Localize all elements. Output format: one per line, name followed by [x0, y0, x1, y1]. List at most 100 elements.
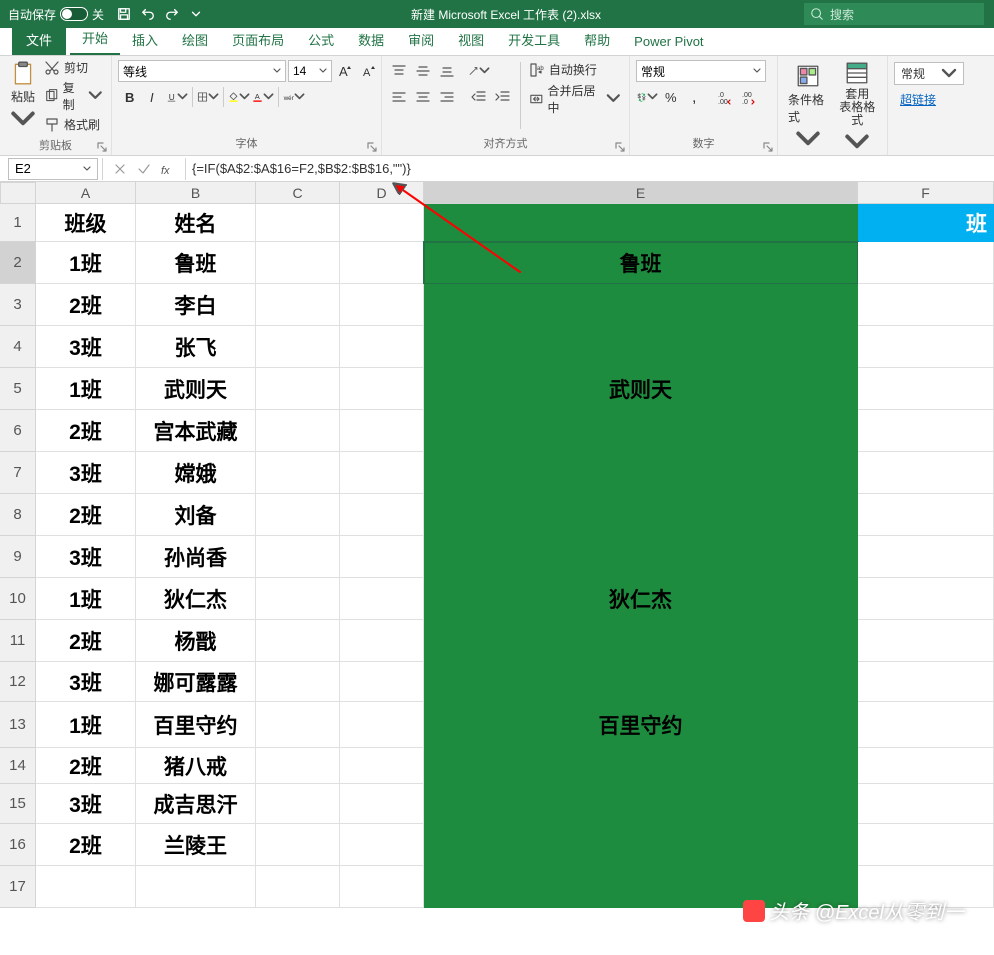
cell-B5[interactable]: 武则天 [136, 368, 256, 410]
fill-color-button[interactable] [228, 86, 250, 108]
align-middle-icon[interactable] [412, 60, 434, 82]
cell-F5[interactable] [858, 368, 994, 410]
number-format-combo[interactable]: 常规 [636, 60, 766, 82]
cell-E5[interactable]: 武则天 [424, 368, 858, 410]
spreadsheet-grid[interactable]: ABCDEF 1234567891011121314151617 班级姓名班1班… [0, 182, 994, 955]
cell-A6[interactable]: 2班 [36, 410, 136, 452]
tab-insert[interactable]: 插入 [120, 26, 170, 55]
number-launcher-icon[interactable] [763, 139, 775, 151]
cell-C6[interactable] [256, 410, 340, 452]
cell-F8[interactable] [858, 494, 994, 536]
align-top-icon[interactable] [388, 60, 410, 82]
font-size-combo[interactable]: 14 [288, 60, 332, 82]
row-header-3[interactable]: 3 [0, 284, 36, 326]
column-header-C[interactable]: C [256, 182, 340, 204]
cell-D4[interactable] [340, 326, 424, 368]
cell-C4[interactable] [256, 326, 340, 368]
cell-C14[interactable] [256, 748, 340, 784]
row-header-1[interactable]: 1 [0, 204, 36, 242]
autosave-toggle[interactable]: 自动保存 关 [0, 6, 112, 23]
cell-B13[interactable]: 百里守约 [136, 702, 256, 748]
cell-F6[interactable] [858, 410, 994, 452]
cell-E14[interactable] [424, 748, 858, 784]
cell-E9[interactable] [424, 536, 858, 578]
cell-C17[interactable] [256, 866, 340, 908]
cell-D7[interactable] [340, 452, 424, 494]
font-color-button[interactable]: A [252, 86, 274, 108]
cell-A7[interactable]: 3班 [36, 452, 136, 494]
cell-C15[interactable] [256, 784, 340, 824]
column-header-F[interactable]: F [858, 182, 994, 204]
cell-B17[interactable] [136, 866, 256, 908]
cell-F10[interactable] [858, 578, 994, 620]
cell-B7[interactable]: 嫦娥 [136, 452, 256, 494]
borders-button[interactable] [197, 86, 219, 108]
cell-F12[interactable] [858, 662, 994, 702]
cell-B16[interactable]: 兰陵王 [136, 824, 256, 866]
cell-F16[interactable] [858, 824, 994, 866]
cell-B2[interactable]: 鲁班 [136, 242, 256, 284]
cell-B12[interactable]: 娜可露露 [136, 662, 256, 702]
cell-F2[interactable] [858, 242, 994, 284]
cell-B15[interactable]: 成吉思汗 [136, 784, 256, 824]
accounting-format-icon[interactable]: 💱 [636, 86, 658, 108]
cell-E3[interactable] [424, 284, 858, 326]
row-header-2[interactable]: 2 [0, 242, 36, 284]
cell-C9[interactable] [256, 536, 340, 578]
cell-E16[interactable] [424, 824, 858, 866]
cell-A13[interactable]: 1班 [36, 702, 136, 748]
cell-B10[interactable]: 狄仁杰 [136, 578, 256, 620]
cell-D15[interactable] [340, 784, 424, 824]
alignment-launcher-icon[interactable] [615, 139, 627, 151]
cell-E11[interactable] [424, 620, 858, 662]
increase-decimal-icon[interactable]: .0.00 [714, 86, 736, 108]
cell-E1[interactable] [424, 204, 858, 242]
cell-A11[interactable]: 2班 [36, 620, 136, 662]
column-header-A[interactable]: A [36, 182, 136, 204]
toggle-switch[interactable] [60, 7, 88, 21]
wrap-text-button[interactable]: ab自动换行 [527, 60, 623, 79]
cell-A1[interactable]: 班级 [36, 204, 136, 242]
cell-B1[interactable]: 姓名 [136, 204, 256, 242]
cell-E10[interactable]: 狄仁杰 [424, 578, 858, 620]
font-launcher-icon[interactable] [367, 139, 379, 151]
cut-button[interactable]: 剪切 [42, 58, 105, 77]
tab-powerpivot[interactable]: Power Pivot [622, 30, 715, 55]
cell-A17[interactable] [36, 866, 136, 908]
row-header-6[interactable]: 6 [0, 410, 36, 452]
conditional-format-button[interactable]: 条件格式 [784, 58, 832, 158]
tab-view[interactable]: 视图 [446, 26, 496, 55]
cell-A3[interactable]: 2班 [36, 284, 136, 326]
column-header-B[interactable]: B [136, 182, 256, 204]
cell-C12[interactable] [256, 662, 340, 702]
row-header-8[interactable]: 8 [0, 494, 36, 536]
cell-C16[interactable] [256, 824, 340, 866]
cancel-formula-icon[interactable] [109, 158, 131, 180]
select-all-button[interactable] [0, 182, 36, 204]
increase-font-icon[interactable]: A [334, 60, 356, 82]
row-header-11[interactable]: 11 [0, 620, 36, 662]
row-header-7[interactable]: 7 [0, 452, 36, 494]
cell-A16[interactable]: 2班 [36, 824, 136, 866]
cell-C3[interactable] [256, 284, 340, 326]
tab-formulas[interactable]: 公式 [296, 26, 346, 55]
cell-E15[interactable] [424, 784, 858, 824]
cell-D2[interactable] [340, 242, 424, 284]
row-header-5[interactable]: 5 [0, 368, 36, 410]
column-header-D[interactable]: D [340, 182, 424, 204]
name-box[interactable]: E2 [8, 158, 98, 180]
column-header-E[interactable]: E [424, 182, 858, 204]
font-name-combo[interactable]: 等线 [118, 60, 286, 82]
cell-D9[interactable] [340, 536, 424, 578]
cell-A12[interactable]: 3班 [36, 662, 136, 702]
cell-B3[interactable]: 李白 [136, 284, 256, 326]
cell-E2[interactable]: 鲁班 [424, 242, 858, 284]
underline-button[interactable]: U [166, 86, 188, 108]
cell-C5[interactable] [256, 368, 340, 410]
cell-E8[interactable] [424, 494, 858, 536]
row-header-14[interactable]: 14 [0, 748, 36, 784]
cell-C8[interactable] [256, 494, 340, 536]
align-right-icon[interactable] [436, 86, 458, 108]
cell-A9[interactable]: 3班 [36, 536, 136, 578]
cell-E6[interactable] [424, 410, 858, 452]
